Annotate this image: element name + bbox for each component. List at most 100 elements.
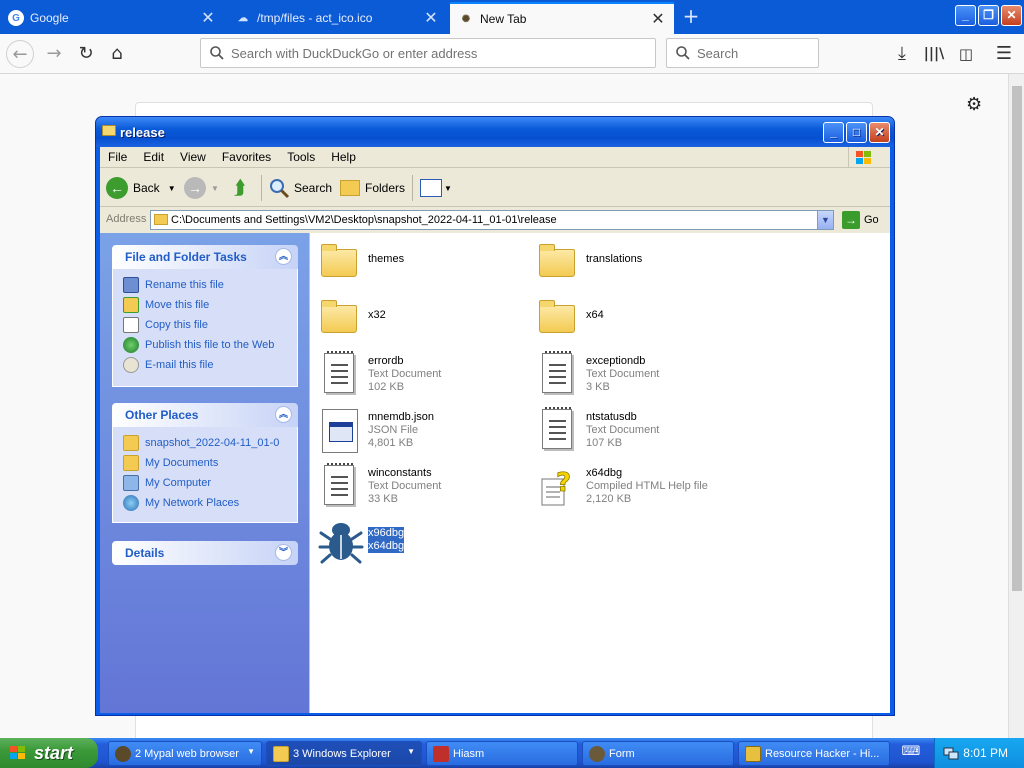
taskbar-item-resource-hacker[interactable]: Resource Hacker - Hi... (738, 741, 890, 766)
close-icon[interactable]: ✕ (423, 8, 439, 28)
file-item-translations[interactable]: translations (534, 239, 744, 289)
explorer-title-bar[interactable]: release _ □ ✕ (96, 117, 894, 147)
search-bar[interactable]: Search (666, 38, 819, 68)
chevron-up-icon[interactable]: ︽ (275, 406, 292, 423)
close-window-button[interactable]: ✕ (1001, 5, 1022, 26)
file-item-themes[interactable]: themes (316, 239, 526, 289)
forward-button[interactable]: → (40, 40, 68, 68)
minimize-button[interactable]: _ (823, 122, 844, 143)
close-icon[interactable]: ✕ (200, 8, 216, 28)
menu-view[interactable]: View (172, 150, 214, 164)
menu-tools[interactable]: Tools (279, 150, 323, 164)
file-item-x96dbg[interactable]: x96dbg x64dbg (316, 519, 526, 569)
restore-button[interactable]: ❐ (978, 5, 999, 26)
taskbar-item-mypal[interactable]: 2 Mypal web browser ▼ (108, 741, 262, 766)
place-my-network[interactable]: My Network Places (123, 493, 297, 513)
rename-icon (123, 277, 139, 293)
tab-tmp-files[interactable]: ☁ /tmp/files - act_ico.ico ✕ (227, 2, 447, 34)
chevron-up-icon[interactable]: ︽ (275, 248, 292, 265)
chevron-down-icon[interactable]: ▼ (168, 184, 176, 193)
x64dbg-bug-icon: ✺ (461, 13, 471, 25)
tab-google[interactable]: G Google ✕ (0, 2, 224, 34)
link-label: Move this file (145, 299, 210, 311)
taskbar-item-hiasm[interactable]: Hiasm (426, 741, 578, 766)
taskbar-item-explorer[interactable]: 3 Windows Explorer ▼ (266, 741, 422, 766)
views-button[interactable]: ▼ (420, 176, 452, 200)
panel-header[interactable]: Details ︾ (112, 541, 298, 565)
panel-body: snapshot_2022-04-11_01-0 My Documents My… (112, 427, 298, 523)
chevron-down-icon: ▼ (247, 747, 255, 756)
file-name: exceptiondb (586, 355, 646, 367)
menu-help[interactable]: Help (323, 150, 364, 164)
forward-arrow-icon: → (184, 177, 206, 199)
folder-icon (154, 214, 168, 225)
tab-new-tab[interactable]: ✺ New Tab ✕ (450, 2, 674, 34)
search-button[interactable]: Search (268, 176, 332, 200)
panel-header[interactable]: File and Folder Tasks ︽ (112, 245, 298, 269)
publish-web-link[interactable]: Publish this file to the Web (123, 335, 297, 355)
minimize-button[interactable]: _ (955, 5, 976, 26)
file-name: winconstants (368, 467, 432, 479)
copy-file-link[interactable]: Copy this file (123, 315, 297, 335)
menu-favorites[interactable]: Favorites (214, 150, 279, 164)
sidebar-icon[interactable]: ◫ (952, 40, 980, 68)
close-window-button[interactable]: ✕ (869, 122, 890, 143)
url-bar[interactable]: Search with DuckDuckGo or enter address (200, 38, 656, 68)
library-icon[interactable]: |||\ (920, 40, 948, 68)
file-item-x64dbg-chm[interactable]: ? x64dbg Compiled HTML Help file 2,120 KB (534, 463, 744, 513)
email-file-link[interactable]: E-mail this file (123, 355, 297, 375)
file-item-x64[interactable]: x64 (534, 295, 744, 345)
move-file-link[interactable]: Move this file (123, 295, 297, 315)
link-label: My Documents (145, 457, 219, 469)
home-button[interactable]: ⌂ (103, 40, 131, 68)
place-snapshot-folder[interactable]: snapshot_2022-04-11_01-0 (123, 433, 297, 453)
panel-header[interactable]: Other Places ︽ (112, 403, 298, 427)
file-item-x32[interactable]: x32 (316, 295, 526, 345)
menu-icon[interactable]: ☰ (990, 40, 1018, 68)
folders-button[interactable]: Folders (340, 176, 405, 200)
go-label: Go (864, 214, 879, 226)
back-button[interactable]: ← (6, 40, 34, 68)
other-places-panel: Other Places ︽ snapshot_2022-04-11_01-0 … (112, 403, 298, 523)
file-item-errordb[interactable]: errordb Text Document 102 KB (316, 351, 526, 401)
chevron-down-icon[interactable]: ︾ (275, 544, 292, 561)
chevron-down-icon: ▼ (211, 183, 219, 193)
close-icon[interactable]: ✕ (650, 9, 666, 29)
up-folder-button[interactable]: ⮭ (234, 176, 246, 200)
gear-icon[interactable]: ⚙ (966, 94, 982, 115)
file-item-mnemdb-json[interactable]: mnemdb.json JSON File 4,801 KB (316, 407, 526, 457)
maximize-button[interactable]: □ (846, 122, 867, 143)
network-icon[interactable] (943, 745, 959, 761)
mypal-browser-icon (115, 746, 131, 762)
link-label: My Network Places (145, 497, 240, 509)
upload-cloud-icon: ☁ (238, 12, 248, 24)
address-input[interactable]: C:\Documents and Settings\VM2\Desktop\sn… (150, 210, 834, 230)
clock[interactable]: 8:01 PM (963, 746, 1008, 760)
file-item-exceptiondb[interactable]: exceptiondb Text Document 3 KB (534, 351, 744, 401)
address-bar: Address C:\Documents and Settings\VM2\De… (100, 208, 890, 232)
new-tab-button[interactable]: + (678, 5, 704, 29)
file-type: Text Document (368, 368, 442, 380)
keyboard-icon[interactable]: ⌨ (900, 744, 922, 762)
scrollbar[interactable] (1008, 74, 1024, 738)
go-button[interactable]: → Go (842, 211, 879, 229)
place-my-computer[interactable]: My Computer (123, 473, 297, 493)
download-icon[interactable]: ⤓ (888, 40, 916, 68)
file-size: 107 KB (586, 437, 623, 449)
reload-button[interactable]: ↻ (72, 40, 100, 68)
taskbar-item-form[interactable]: Form (582, 741, 734, 766)
file-item-winconstants[interactable]: winconstants Text Document 33 KB (316, 463, 526, 513)
forward-button[interactable]: → ▼ (184, 176, 219, 200)
place-my-documents[interactable]: My Documents (123, 453, 297, 473)
file-item-ntstatusdb[interactable]: ntstatusdb Text Document 107 KB (534, 407, 744, 457)
start-button[interactable]: start (0, 738, 98, 768)
chevron-down-icon[interactable]: ▼ (817, 211, 833, 229)
menu-edit[interactable]: Edit (135, 150, 172, 164)
text-document-icon (316, 463, 362, 509)
panel-title: Other Places (125, 408, 199, 422)
hiasm-icon (433, 746, 449, 762)
rename-file-link[interactable]: Rename this file (123, 275, 297, 295)
back-button[interactable]: ← Back ▼ (106, 176, 176, 200)
menu-file[interactable]: File (100, 150, 135, 164)
scrollbar-thumb[interactable] (1012, 86, 1022, 591)
